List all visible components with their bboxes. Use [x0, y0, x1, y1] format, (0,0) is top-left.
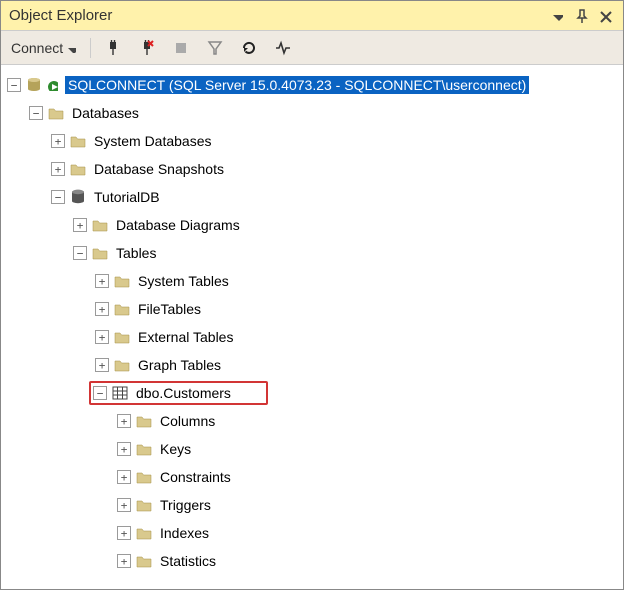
- disconnect-icon[interactable]: [135, 36, 159, 60]
- folder-icon: [47, 105, 65, 121]
- tree-node-constraints[interactable]: + Constraints: [1, 463, 623, 491]
- expander-plus-icon[interactable]: +: [95, 274, 109, 288]
- tree-node-indexes[interactable]: + Indexes: [1, 519, 623, 547]
- connect-button[interactable]: Connect: [7, 36, 80, 60]
- tree-node-triggers[interactable]: + Triggers: [1, 491, 623, 519]
- tree-node-filetables[interactable]: + FileTables: [1, 295, 623, 323]
- folder-icon: [135, 525, 153, 541]
- tree-view[interactable]: − SQLCONNECT (SQL Server 15.0.4073.23 - …: [1, 65, 623, 589]
- expander-plus-icon[interactable]: +: [117, 414, 131, 428]
- expander-plus-icon[interactable]: +: [95, 330, 109, 344]
- tree-node-tables[interactable]: − Tables: [1, 239, 623, 267]
- tree-node-external-tables[interactable]: + External Tables: [1, 323, 623, 351]
- tree-node-server[interactable]: − SQLCONNECT (SQL Server 15.0.4073.23 - …: [1, 71, 623, 99]
- toolbar-separator: [90, 38, 91, 58]
- close-icon[interactable]: [595, 6, 615, 26]
- folder-icon: [113, 329, 131, 345]
- highlight-callout: − dbo.Customers: [89, 381, 268, 405]
- expander-plus-icon[interactable]: +: [117, 526, 131, 540]
- expander-plus-icon[interactable]: +: [117, 442, 131, 456]
- expander-minus-icon[interactable]: −: [93, 386, 107, 400]
- expander-minus-icon[interactable]: −: [29, 106, 43, 120]
- server-label[interactable]: SQLCONNECT (SQL Server 15.0.4073.23 - SQ…: [65, 76, 529, 94]
- folder-icon: [91, 217, 109, 233]
- tree-node-keys[interactable]: + Keys: [1, 435, 623, 463]
- running-icon: [43, 77, 61, 93]
- tree-node-system-databases[interactable]: + System Databases: [1, 127, 623, 155]
- expander-plus-icon[interactable]: +: [51, 134, 65, 148]
- expander-minus-icon[interactable]: −: [51, 190, 65, 204]
- tutorialdb-label[interactable]: TutorialDB: [91, 188, 163, 206]
- external-tables-label[interactable]: External Tables: [135, 328, 236, 346]
- tree-node-database-diagrams[interactable]: + Database Diagrams: [1, 211, 623, 239]
- connect-label: Connect: [11, 40, 63, 56]
- database-snapshots-label[interactable]: Database Snapshots: [91, 160, 227, 178]
- constraints-label[interactable]: Constraints: [157, 468, 234, 486]
- customers-label[interactable]: dbo.Customers: [133, 384, 234, 402]
- filter-icon[interactable]: [203, 36, 227, 60]
- expander-plus-icon[interactable]: +: [117, 554, 131, 568]
- system-tables-label[interactable]: System Tables: [135, 272, 232, 290]
- tree-node-tutorialdb[interactable]: − TutorialDB: [1, 183, 623, 211]
- expander-minus-icon[interactable]: −: [73, 246, 87, 260]
- database-icon: [69, 189, 87, 205]
- expander-minus-icon[interactable]: −: [7, 78, 21, 92]
- tables-label[interactable]: Tables: [113, 244, 159, 262]
- triggers-label[interactable]: Triggers: [157, 496, 214, 514]
- toolbar: Connect: [1, 31, 623, 65]
- folder-icon: [135, 469, 153, 485]
- tree-node-system-tables[interactable]: + System Tables: [1, 267, 623, 295]
- tree-node-columns[interactable]: + Columns: [1, 407, 623, 435]
- system-databases-label[interactable]: System Databases: [91, 132, 215, 150]
- window-title: Object Explorer: [9, 7, 543, 24]
- database-diagrams-label[interactable]: Database Diagrams: [113, 216, 243, 234]
- folder-icon: [135, 553, 153, 569]
- databases-label[interactable]: Databases: [69, 104, 142, 122]
- refresh-icon[interactable]: [237, 36, 261, 60]
- expander-plus-icon[interactable]: +: [95, 358, 109, 372]
- folder-icon: [113, 301, 131, 317]
- connect-object-explorer-icon[interactable]: [101, 36, 125, 60]
- statistics-label[interactable]: Statistics: [157, 552, 219, 570]
- tree-node-graph-tables[interactable]: + Graph Tables: [1, 351, 623, 379]
- folder-icon: [69, 161, 87, 177]
- expander-plus-icon[interactable]: +: [51, 162, 65, 176]
- expander-plus-icon[interactable]: +: [117, 498, 131, 512]
- tree-node-customers[interactable]: − dbo.Customers: [1, 379, 623, 407]
- tree-node-databases[interactable]: − Databases: [1, 99, 623, 127]
- folder-icon: [91, 245, 109, 261]
- activity-monitor-icon[interactable]: [271, 36, 295, 60]
- tree-node-database-snapshots[interactable]: + Database Snapshots: [1, 155, 623, 183]
- window-options-icon[interactable]: [547, 6, 567, 26]
- server-icon: [25, 77, 43, 93]
- folder-icon: [69, 133, 87, 149]
- tree-node-statistics[interactable]: + Statistics: [1, 547, 623, 575]
- folder-icon: [113, 273, 131, 289]
- stop-icon[interactable]: [169, 36, 193, 60]
- filetables-label[interactable]: FileTables: [135, 300, 204, 318]
- keys-label[interactable]: Keys: [157, 440, 194, 458]
- expander-plus-icon[interactable]: +: [95, 302, 109, 316]
- indexes-label[interactable]: Indexes: [157, 524, 212, 542]
- expander-plus-icon[interactable]: +: [117, 470, 131, 484]
- titlebar: Object Explorer: [1, 1, 623, 31]
- pin-icon[interactable]: [571, 6, 591, 26]
- folder-icon: [135, 441, 153, 457]
- table-icon: [111, 385, 129, 401]
- folder-icon: [113, 357, 131, 373]
- expander-plus-icon[interactable]: +: [73, 218, 87, 232]
- folder-icon: [135, 497, 153, 513]
- folder-icon: [135, 413, 153, 429]
- graph-tables-label[interactable]: Graph Tables: [135, 356, 224, 374]
- columns-label[interactable]: Columns: [157, 412, 218, 430]
